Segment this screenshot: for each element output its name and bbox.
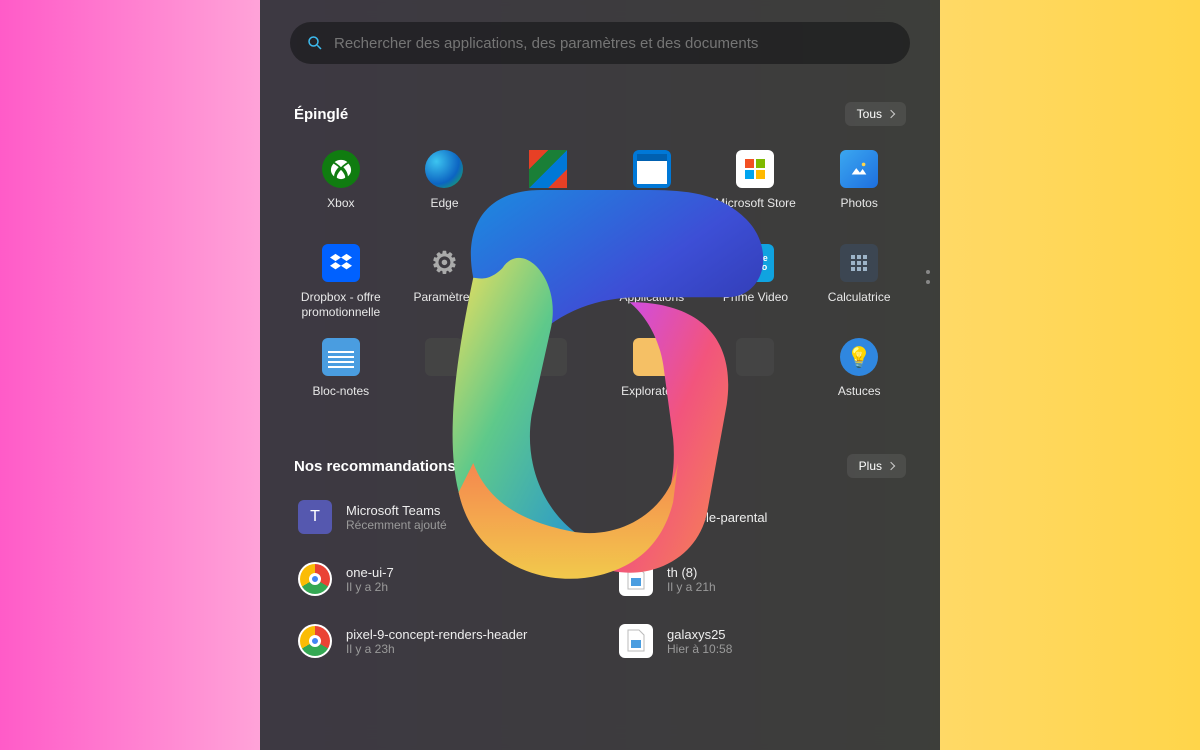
- app-tile-prime-video[interactable]: prime video Prime Video: [705, 238, 807, 326]
- prime-icon: prime video: [736, 244, 774, 282]
- app-label: Photos: [840, 196, 877, 226]
- app-tile-bloc-notes[interactable]: Bloc-notes: [290, 332, 392, 420]
- app-label: Explorateur: [621, 384, 682, 414]
- pinned-heading: Épinglé: [294, 106, 348, 123]
- reco-title: one-ui-7: [346, 565, 394, 580]
- settings-icon: ⚙: [425, 244, 463, 282]
- search-input[interactable]: [334, 35, 894, 52]
- all-apps-button[interactable]: Tous: [845, 102, 906, 126]
- generic-icon: [529, 244, 567, 282]
- app-tile-unknown[interactable]: [497, 238, 599, 326]
- page-indicator[interactable]: [926, 270, 930, 284]
- wallpaper-right: [940, 0, 1200, 750]
- photos-icon: [840, 150, 878, 188]
- app-tile-unknown[interactable]: [394, 332, 496, 420]
- exp-icon: [633, 338, 671, 376]
- reco-item-one-ui-7[interactable]: one-ui-7Il y a 2h: [294, 558, 585, 600]
- chevron-right-icon: [887, 110, 895, 118]
- app-label: Bloc-notes: [312, 384, 369, 414]
- reco-subtitle: Il y a 2h: [346, 580, 394, 594]
- app-tile-xbox[interactable]: Xbox: [290, 144, 392, 232]
- app-tile-astuces[interactable]: 💡 Astuces: [808, 332, 910, 420]
- generic-icon: [736, 338, 774, 376]
- pinned-header: Épinglé Tous: [290, 102, 910, 126]
- app-tile-dropbox-offre-promotionnelle[interactable]: Dropbox - offre promotionnelle: [290, 238, 392, 326]
- reco-item-th-8-[interactable]: th (8)Il y a 21h: [615, 558, 906, 600]
- more-button[interactable]: Plus: [847, 454, 906, 478]
- start-menu: Épinglé Tous Xbox Edge Calendrier Microsoft…: [260, 0, 940, 750]
- reco-heading: Nos recommandations: [294, 458, 456, 475]
- teams-icon: T: [298, 500, 332, 534]
- reco-subtitle: Il y a 21h: [667, 580, 716, 594]
- xbox-icon: [322, 150, 360, 188]
- app-label: Prime Video: [723, 290, 788, 320]
- file-icon: [619, 624, 653, 658]
- search-bar[interactable]: [290, 22, 910, 64]
- app-tile-explorateur[interactable]: Explorateur: [601, 332, 703, 420]
- file-icon: [619, 562, 653, 596]
- reco-title: Contrôle-parental: [667, 510, 767, 525]
- chevron-right-icon: [887, 462, 895, 470]
- app-label: Edge: [430, 196, 458, 226]
- app-tile-unknown[interactable]: [497, 144, 599, 232]
- pinned-grid: Xbox Edge Calendrier Microsoft Store Photos D…: [290, 144, 910, 420]
- cal-icon: [633, 150, 671, 188]
- calc-icon: [840, 244, 878, 282]
- app-tile-param-tres[interactable]: ⚙ Paramètres: [394, 238, 496, 326]
- store-icon: [736, 150, 774, 188]
- app-tile-microsoft-store[interactable]: Microsoft Store: [705, 144, 807, 232]
- reco-subtitle: Récemment ajouté: [346, 518, 447, 532]
- generic-icon: [529, 338, 567, 376]
- wallpaper-left: [0, 0, 260, 750]
- reco-item-contr-le-parental[interactable]: Contrôle-parental: [615, 496, 906, 538]
- app-tile-calculatrice[interactable]: Calculatrice: [808, 238, 910, 326]
- app-label: Paramètres: [413, 290, 475, 320]
- app-tile-calendrier[interactable]: Calendrier: [601, 144, 703, 232]
- app-tile-applications[interactable]: Applications: [601, 238, 703, 326]
- reco-subtitle: Hier à 10:58: [667, 642, 732, 656]
- apps-icon: [633, 244, 671, 282]
- app-label: Calculatrice: [828, 290, 891, 320]
- reco-title: pixel-9-concept-renders-header: [346, 627, 527, 642]
- reco-title: Microsoft Teams: [346, 503, 447, 518]
- app-label: Calendrier: [624, 196, 679, 226]
- app-label: Applications: [619, 290, 684, 320]
- reco-list: T Microsoft TeamsRécemment ajouté Contrôle…: [290, 496, 910, 662]
- app-label: Xbox: [327, 196, 354, 226]
- notes-icon: [322, 338, 360, 376]
- reco-item-galaxys25[interactable]: galaxys25Hier à 10:58: [615, 620, 906, 662]
- more-label: Plus: [859, 459, 882, 473]
- all-apps-label: Tous: [857, 107, 882, 121]
- reco-header: Nos recommandations Plus: [290, 454, 910, 478]
- dropbox-icon: [322, 244, 360, 282]
- edge-icon: [425, 150, 463, 188]
- reco-subtitle: Il y a 23h: [346, 642, 527, 656]
- app-tile-edge[interactable]: Edge: [394, 144, 496, 232]
- app-label: Dropbox - offre promotionnelle: [292, 290, 390, 320]
- office-icon: [529, 150, 567, 188]
- generic-icon: [425, 338, 463, 376]
- parent-icon: [619, 500, 653, 534]
- reco-title: th (8): [667, 565, 716, 580]
- app-tile-unknown[interactable]: [705, 332, 807, 420]
- tips-icon: 💡: [840, 338, 878, 376]
- reco-item-microsoft-teams[interactable]: T Microsoft TeamsRécemment ajouté: [294, 496, 585, 538]
- reco-title: galaxys25: [667, 627, 732, 642]
- app-tile-photos[interactable]: Photos: [808, 144, 910, 232]
- chrome-icon: [298, 562, 332, 596]
- chrome-icon: [298, 624, 332, 658]
- app-label: Astuces: [838, 384, 881, 414]
- reco-item-pixel-9-concept-renders-header[interactable]: pixel-9-concept-renders-headerIl y a 23h: [294, 620, 585, 662]
- search-icon: [306, 34, 324, 52]
- app-label: Microsoft Store: [715, 196, 796, 226]
- app-tile-unknown[interactable]: [497, 332, 599, 420]
